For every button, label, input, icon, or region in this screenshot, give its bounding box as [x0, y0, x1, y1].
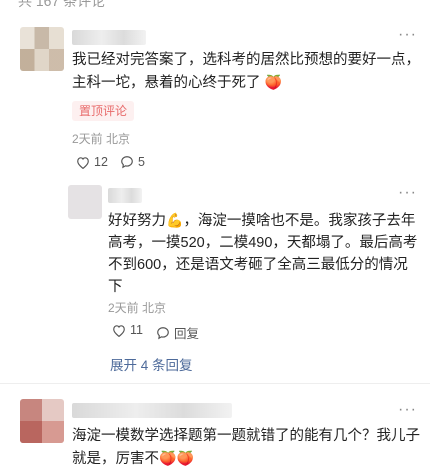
comment-count-small: 5 — [138, 155, 145, 169]
reply-text: 好好努力💪，海淀一摸啥也不是。我家孩子去年 高考，一摸520，二模490，天都塌… — [108, 209, 417, 298]
reply-more-icon[interactable]: ··· — [398, 185, 417, 201]
reply-text-line: 下 — [108, 279, 123, 295]
comment-text: 我已经对完答案了，选科考的居然比预想的要好一点， 主科一坨，悬着的心终于死了 🍑 — [72, 49, 420, 94]
username-blurred[interactable] — [72, 403, 232, 418]
comment-text-line: 主科一坨，悬着的心终于死了 🍑 — [72, 71, 420, 94]
comment-text-part: 就是，厉害不 — [72, 451, 159, 467]
pinned-comment-badge: 置顶评论 — [72, 101, 135, 121]
comment-bubble-icon — [157, 326, 169, 339]
reply-text-line: 高考，一摸520，二模490，天都塌了。最后高考 — [108, 235, 418, 251]
heart-icon — [77, 156, 89, 169]
username-blurred[interactable] — [72, 30, 146, 45]
reply-avatar[interactable] — [68, 185, 102, 219]
comment-bubble-icon — [121, 156, 133, 169]
reply-username-blurred[interactable] — [108, 188, 142, 203]
reply-button-label: 回复 — [174, 327, 200, 341]
more-icon[interactable]: ··· — [398, 402, 417, 418]
avatar[interactable] — [20, 399, 64, 443]
heart-icon — [113, 324, 125, 337]
comment-text: 海淀一模数学选择题第一题就错了的能有几个？我儿子 就是，厉害不🍑🍑 — [72, 425, 420, 470]
reply-meta: 2天前 北京 — [108, 301, 167, 315]
like-button[interactable]: 12 — [76, 155, 108, 169]
peach-emoji-icon: 🍑 — [159, 450, 177, 466]
comment-text-line: 我已经对完答案了，选科考的居然比预想的要好一点， — [72, 52, 420, 68]
peach-emoji-icon: 🍑 — [264, 74, 282, 90]
comment-meta: 2天前 北京 — [72, 132, 131, 146]
flexed-biceps-emoji-icon: 💪 — [166, 212, 184, 228]
comment-count: 共 167 条评论 — [18, 0, 106, 9]
comment-text-line-part: 主科一坨，悬着的心终于死了 — [72, 75, 261, 91]
expand-replies-link[interactable]: 展开 4 条回复 — [110, 354, 193, 374]
divider — [0, 383, 430, 384]
reply-button[interactable]: 回复 — [156, 323, 199, 342]
comment-text-line: 就是，厉害不🍑🍑 — [72, 447, 420, 470]
reply-text-part: ，海淀一摸啥也不是。我家孩子去年 — [183, 213, 416, 229]
reply-text-part: 好好努力 — [108, 213, 166, 229]
reply-like-button[interactable]: 11 — [112, 323, 143, 337]
reply-text-line: 好好努力💪，海淀一摸啥也不是。我家孩子去年 — [108, 209, 417, 232]
reply-like-count: 11 — [130, 323, 143, 337]
more-icon[interactable]: ··· — [398, 27, 417, 43]
like-count: 12 — [94, 155, 108, 169]
reply-text-line: 不到600，还是语文考砸了全高三最低分的情况 — [108, 257, 408, 273]
comment-button[interactable]: 5 — [120, 155, 145, 169]
peach-emoji-icon: 🍑 — [176, 450, 194, 466]
comment-text-line: 海淀一模数学选择题第一题就错了的能有几个？我儿子 — [72, 428, 420, 444]
avatar[interactable] — [20, 27, 64, 71]
